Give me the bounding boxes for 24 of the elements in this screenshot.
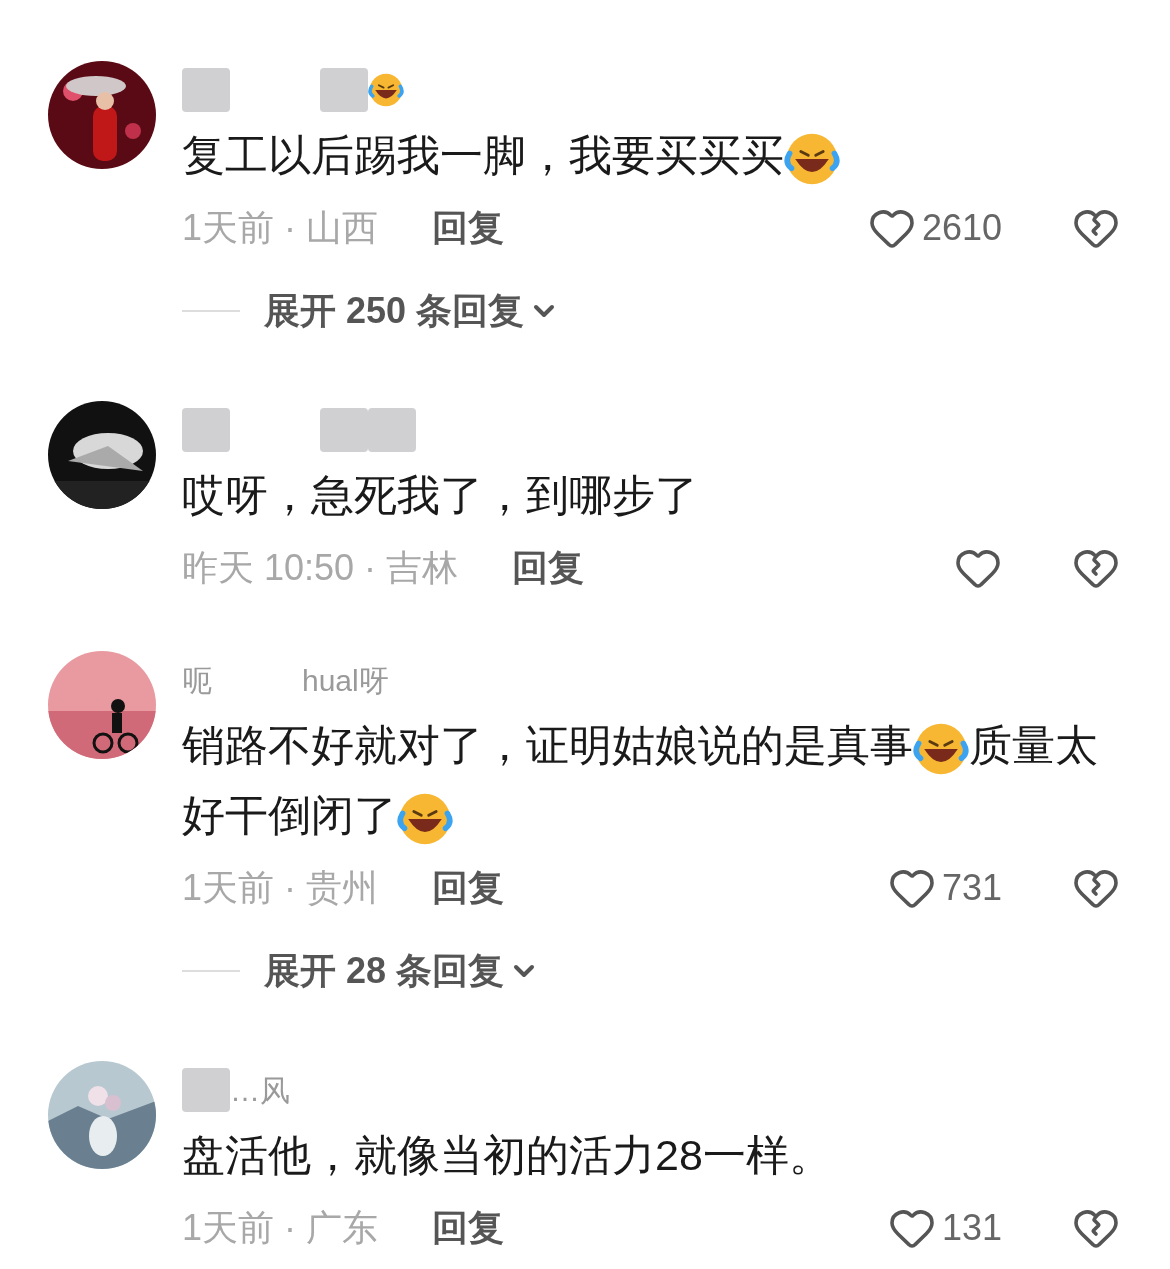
- reply-button[interactable]: 回复: [432, 861, 504, 915]
- username-redaction: [182, 408, 230, 452]
- username-redaction: [182, 68, 230, 112]
- reply-button[interactable]: 回复: [432, 201, 504, 255]
- comment-text: 哎呀，急死我了，到哪步了: [182, 470, 699, 521]
- expand-replies-button[interactable]: 展开 250 条回复: [264, 284, 561, 338]
- comment-meta: 1天前 · 广东: [182, 1206, 378, 1250]
- expand-replies-button[interactable]: 展开 28 条回复: [264, 944, 541, 998]
- username-redaction: [182, 1068, 230, 1112]
- username-redaction: [368, 408, 416, 452]
- username-redaction: [320, 408, 368, 452]
- reply-button[interactable]: 回复: [432, 1201, 504, 1255]
- comment-meta: 1天前 · 山西: [182, 206, 378, 250]
- comment-text: 复工以后踢我一脚，我要买买买: [182, 120, 1120, 190]
- username-redaction: [320, 68, 368, 112]
- like-button[interactable]: 131: [887, 1201, 1002, 1255]
- comment-meta: 昨天 10:50 · 吉林: [182, 546, 459, 590]
- comment-text: 盘活他，就像当初的活力28一样。: [182, 1130, 833, 1181]
- laughing-face-icon: [368, 72, 404, 108]
- like-button[interactable]: 731: [887, 861, 1002, 915]
- reply-button[interactable]: 回复: [512, 541, 585, 595]
- comment-text: 销路不好就对了，证明姑娘说的是真事 质量太好干倒闭了: [182, 710, 1120, 850]
- comment-meta: 1天前 · 贵州: [182, 866, 378, 910]
- like-button[interactable]: 2610: [867, 201, 1002, 255]
